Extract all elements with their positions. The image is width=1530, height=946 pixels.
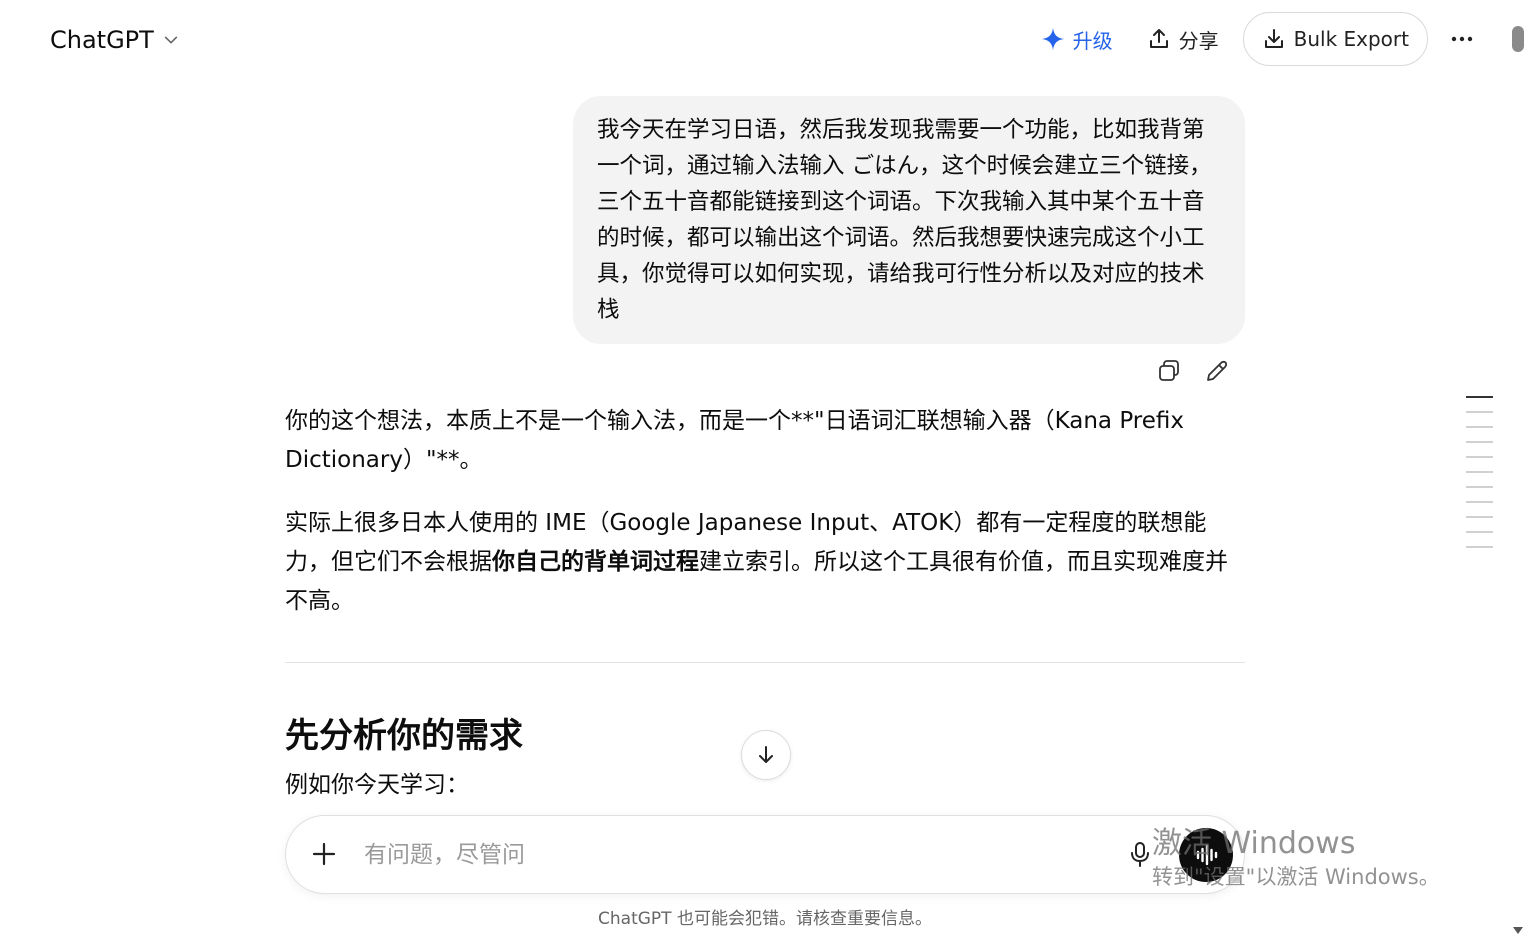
bulk-export-button[interactable]: Bulk Export [1242,12,1428,66]
mic-icon[interactable] [1126,840,1154,868]
assistant-message: 你的这个想法，本质上不是一个输入法，而是一个**"日语词汇联想输入器（Kana … [285,402,1250,645]
scroll-to-bottom-button[interactable] [741,730,791,780]
more-options-button[interactable] [1442,17,1482,61]
more-icon [1451,36,1473,42]
outline-item[interactable] [1466,531,1493,533]
section-heading: 先分析你的需求 [285,716,523,756]
outline-item[interactable] [1466,471,1493,473]
outline-item[interactable] [1466,426,1493,428]
edit-icon[interactable] [1204,358,1230,384]
share-label: 分享 [1178,28,1219,53]
bulk-export-label: Bulk Export [1293,27,1409,51]
scrollbar-thumb[interactable] [1512,26,1524,52]
share-icon [1149,29,1168,48]
section-divider [285,662,1245,663]
outline-item[interactable] [1466,411,1493,413]
message-actions [1156,358,1230,384]
chevron-down-icon [164,36,178,44]
conversation-outline[interactable] [1466,396,1494,561]
share-button[interactable]: 分享 [1137,17,1229,61]
disclaimer-text: ChatGPT 也可能会犯错。请核查重要信息。 [598,909,932,929]
outline-item[interactable] [1466,516,1493,518]
upgrade-button[interactable]: 升级 [1031,17,1123,61]
voice-icon [1196,844,1218,866]
arrow-down-icon [759,746,773,763]
upgrade-label: 升级 [1072,28,1113,53]
outline-item[interactable] [1466,546,1493,548]
page-scrollbar[interactable] [1512,24,1524,936]
answer-paragraph-2: 实际上很多日本人使用的 IME（Google Japanese Input、AT… [285,504,1250,621]
outline-item[interactable] [1466,486,1493,488]
outline-item[interactable] [1466,441,1493,443]
header-actions: 升级 分享 Bulk Export [1031,12,1482,66]
answer-paragraph-2-bold: 你自己的背单词过程 [492,549,699,575]
sparkle-icon [1041,28,1064,50]
message-composer [285,815,1245,894]
copy-icon[interactable] [1156,358,1182,384]
top-bar: ChatGPT 升级 分享 Bulk Export [0,0,1530,80]
outline-item[interactable] [1466,396,1493,398]
download-icon [1264,29,1283,48]
outline-item[interactable] [1466,456,1493,458]
outline-item[interactable] [1466,501,1493,503]
plus-icon[interactable] [310,840,338,868]
prompt-input[interactable] [362,836,1106,874]
voice-mode-button[interactable] [1179,828,1233,882]
model-selector[interactable]: ChatGPT [50,22,180,58]
user-message-bubble: 我今天在学习日语，然后我发现我需要一个功能，比如我背第一个词，通过输入法输入 ご… [573,96,1245,344]
model-name: ChatGPT [50,26,154,54]
answer-paragraph-1: 你的这个想法，本质上不是一个输入法，而是一个**"日语词汇联想输入器（Kana … [285,408,1184,473]
section-text: 例如你今天学习： [285,772,469,798]
